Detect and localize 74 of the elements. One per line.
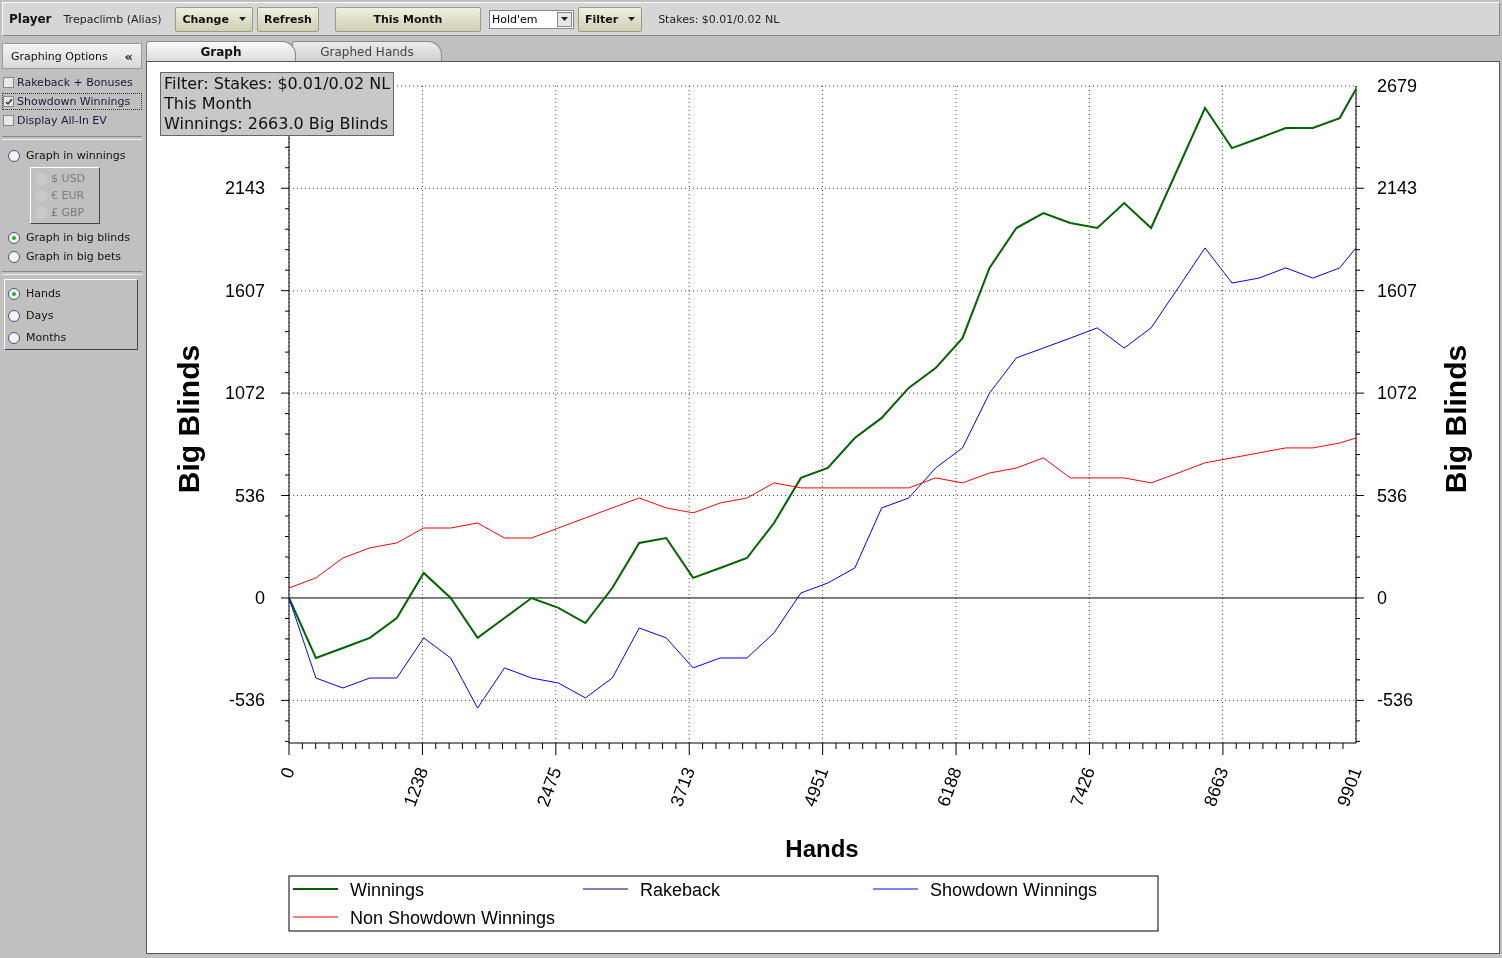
x-tick-label: 0	[276, 764, 299, 781]
x-tick-label: 7426	[1066, 764, 1100, 809]
radio-label: Graph in big bets	[26, 250, 122, 263]
checkbox[interactable]	[3, 77, 14, 88]
radio-label: £ GBP	[51, 206, 85, 219]
axis-title: Big Blinds	[1439, 344, 1472, 494]
radio-label: Graph in big blinds	[26, 231, 131, 244]
tab[interactable]: Graphed Hands	[292, 41, 442, 61]
radio-button[interactable]	[8, 309, 20, 322]
x-tick-label: 3713	[666, 764, 699, 809]
radio-label: Months	[26, 331, 67, 344]
legend-line	[872, 888, 919, 890]
legend-line	[292, 888, 339, 890]
legend-line	[292, 916, 339, 918]
stakes-label: Stakes: $0.01/0.02 NL	[658, 12, 780, 26]
info-line: Filter: Stakes: $0.01/0.02 NL	[164, 74, 391, 94]
game-select[interactable]: Hold'em	[488, 9, 574, 29]
checkbox[interactable]	[3, 96, 14, 107]
info-line: Winnings: 2663.0 Big Blinds	[164, 114, 389, 134]
radio-label: Days	[26, 309, 54, 322]
radio-button[interactable]	[8, 149, 20, 162]
radio-label: $ USD	[51, 172, 85, 185]
checkbox-row[interactable]: Display All-In EV	[2, 112, 142, 129]
y-tick-label: 536	[234, 485, 265, 506]
x-tick-label: 4951	[799, 764, 833, 809]
caret-icon	[628, 17, 636, 21]
checkbox[interactable]	[3, 115, 14, 126]
period-button[interactable]: This Month	[334, 6, 481, 32]
checkbox-row[interactable]: Showdown Winnings	[2, 93, 142, 110]
checkbox-label: Display All-In EV	[17, 114, 107, 127]
x-tick-label: 1238	[399, 764, 433, 809]
refresh-button[interactable]: Refresh	[256, 6, 319, 32]
y-tick-label: 2143	[224, 178, 265, 199]
legend-label: Non Showdown Winnings	[350, 908, 556, 928]
y-tick-label: -536	[1377, 690, 1414, 711]
radio-button[interactable]	[8, 331, 20, 344]
x-tick-label: 8663	[1199, 764, 1233, 809]
radio-label: € EUR	[51, 189, 85, 202]
dropdown-button[interactable]: Change	[175, 6, 253, 32]
radio-label: Hands	[26, 287, 61, 300]
filter-button[interactable]: Filter	[577, 6, 643, 32]
checkbox-label: Showdown Winnings	[17, 95, 131, 108]
info-line: This Month	[164, 94, 253, 114]
y-tick-label: 0	[1377, 587, 1387, 608]
x-tick-label: 6188	[933, 764, 966, 809]
x-tick-label: 2475	[533, 764, 566, 809]
panel-title: Graphing Options	[11, 49, 108, 63]
checkbox-label: Rakeback + Bonuses	[17, 76, 133, 89]
y-tick-label: 1072	[224, 383, 265, 404]
radio-button[interactable]	[8, 250, 20, 263]
radio-button[interactable]	[8, 231, 20, 244]
player-label: Player	[9, 12, 52, 26]
tab[interactable]: Graph	[146, 41, 296, 61]
legend-label: Rakeback	[640, 880, 721, 900]
legend-line	[582, 888, 629, 890]
player-name: Trepaclimb (Alias)	[63, 12, 162, 26]
y-tick-label: 536	[1377, 485, 1408, 506]
legend-label: Winnings	[350, 880, 425, 900]
x-tick-label: 9901	[1333, 764, 1366, 809]
y-tick-label: 2143	[1377, 178, 1418, 199]
collapse-button[interactable]: «	[124, 48, 133, 64]
radio-label: Graph in winnings	[26, 149, 126, 162]
caret-icon	[560, 17, 568, 21]
y-tick-label: 2679	[1377, 76, 1418, 96]
y-tick-label: 1607	[224, 280, 265, 301]
y-tick-label: -536	[228, 690, 265, 711]
y-tick-label: 1607	[1377, 280, 1418, 301]
y-tick-label: 1072	[1377, 383, 1418, 404]
y-tick-label: 0	[255, 587, 265, 608]
checkbox-row[interactable]: Rakeback + Bonuses	[2, 74, 142, 91]
axis-title: Big Blinds	[172, 344, 205, 494]
legend-label: Showdown Winnings	[930, 880, 1098, 900]
radio-button[interactable]	[8, 287, 20, 300]
axis-title: Hands	[785, 835, 859, 862]
